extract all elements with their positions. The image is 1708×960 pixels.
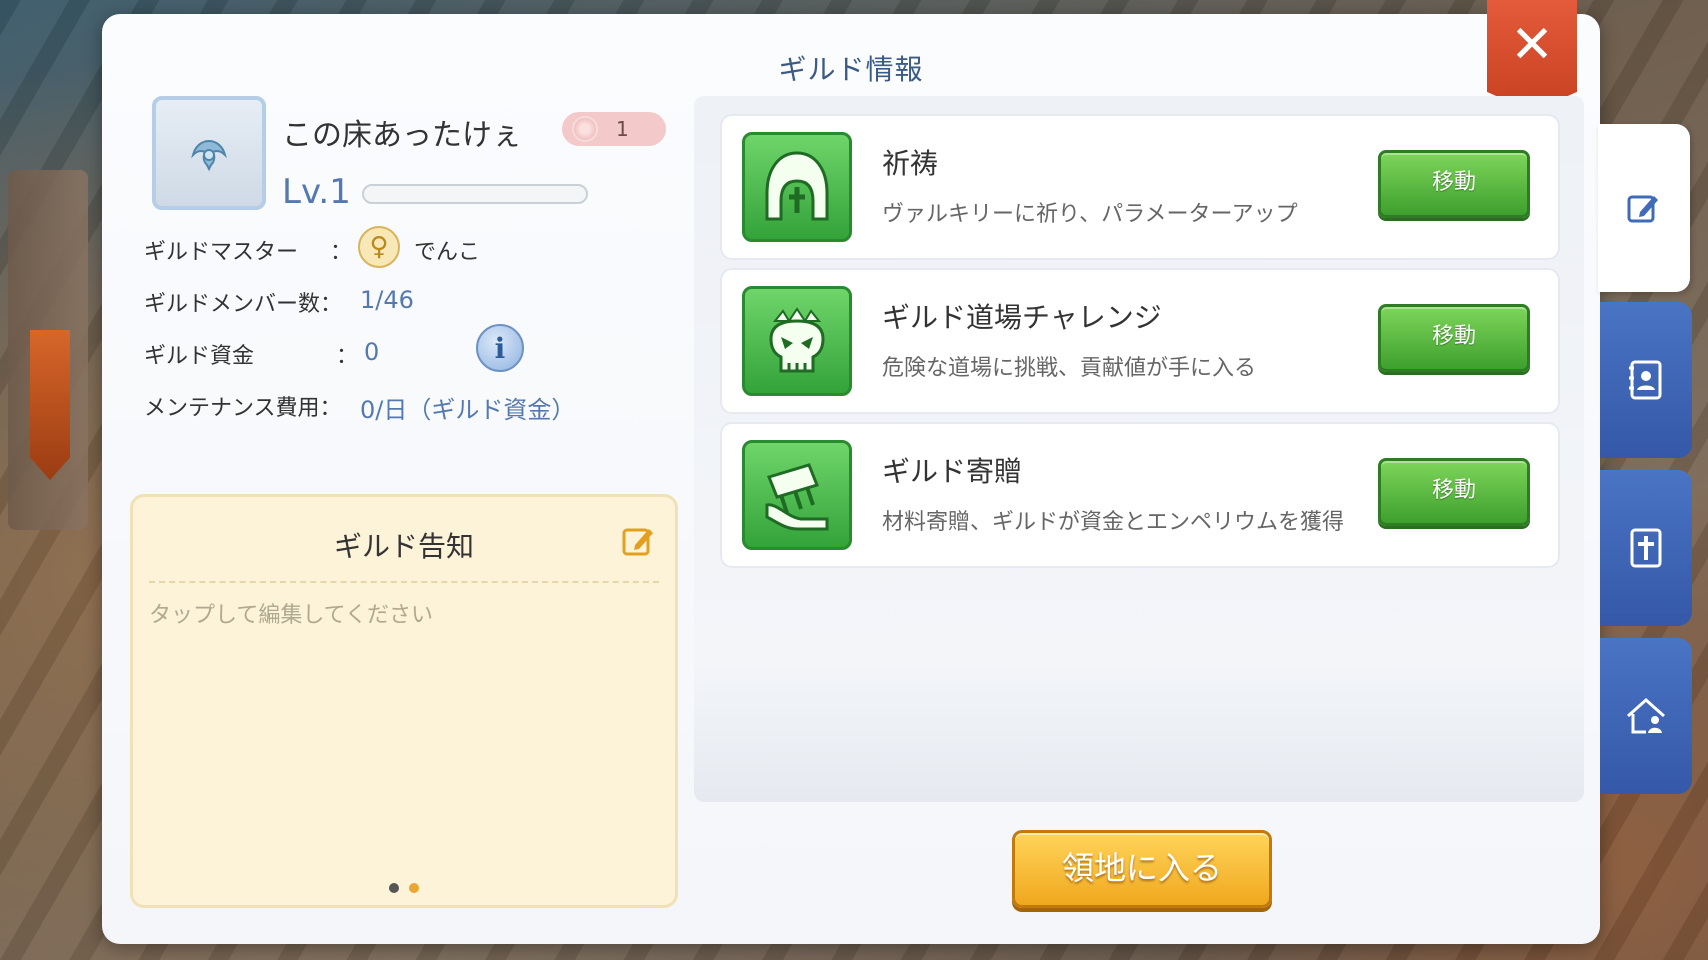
donation-move-button[interactable]: 移動 <box>1378 458 1530 526</box>
guild-members-label: ギルドメンバー数： <box>144 292 343 317</box>
home-person-icon <box>1627 697 1665 734</box>
guild-funds-label: ギルド資金 <box>144 344 255 369</box>
background-banner <box>30 330 70 480</box>
activity-title: ギルド道場チャレンジ <box>882 301 1162 334</box>
guild-funds-value: 0 <box>364 338 380 366</box>
valkyrie-helmet-icon <box>742 132 852 242</box>
member-book-icon <box>1629 360 1662 400</box>
activity-description: 材料寄贈、ギルドが資金とエンペリウムを獲得 <box>882 510 1345 535</box>
panel-title: ギルド情報 <box>778 53 924 86</box>
activity-description: 危険な道場に挑戦、貢献値が手に入る <box>882 356 1257 381</box>
female-icon: ♀ <box>358 226 400 268</box>
activity-card-donation: ギルド寄贈 材料寄贈、ギルドが資金とエンペリウムを獲得 移動 <box>720 422 1560 568</box>
activity-card-dojo: ギルド道場チャレンジ 危険な道場に挑戦、貢献値が手に入る 移動 <box>720 268 1560 414</box>
enter-territory-button[interactable]: 領地に入る <box>1012 830 1272 908</box>
funds-info-button[interactable]: i <box>476 324 524 372</box>
close-icon: ✕ <box>1510 15 1554 75</box>
tab-guild-home[interactable] <box>1600 638 1692 794</box>
rank-icon <box>572 116 598 142</box>
guild-funds-separator: ： <box>336 344 359 369</box>
page-dot <box>389 883 399 893</box>
activity-title: ギルド寄贈 <box>882 455 1023 488</box>
shield-cross-icon <box>1630 528 1662 568</box>
guild-rank-value: 1 <box>616 117 629 141</box>
notice-title: ギルド告知 <box>333 530 474 563</box>
maintenance-cost-label: メンテナンス費用： <box>144 396 342 421</box>
activity-title: 祈祷 <box>882 147 939 180</box>
guild-level: Lv.1 <box>282 172 351 212</box>
edit-icon <box>1627 195 1658 223</box>
guild-emblem[interactable] <box>152 96 266 210</box>
maintenance-cost-value: 0/日（ギルド資金） <box>360 396 576 424</box>
edit-icon <box>622 528 653 556</box>
activity-card-prayer: 祈祷 ヴァルキリーに祈り、パラメーターアップ 移動 <box>720 114 1560 260</box>
notice-divider <box>149 581 659 583</box>
winged-emblem-icon <box>191 139 227 172</box>
skull-crown-icon <box>742 286 852 396</box>
notice-edit-button[interactable] <box>619 521 659 561</box>
guild-master-value: でんこ <box>414 240 481 265</box>
notice-page-indicator <box>133 883 675 893</box>
dojo-move-button[interactable]: 移動 <box>1378 304 1530 372</box>
notice-placeholder[interactable]: タップして編集してください <box>149 597 433 629</box>
tab-members[interactable] <box>1600 302 1692 458</box>
tab-guild-shield[interactable] <box>1600 470 1692 626</box>
guild-notice-board[interactable]: ギルド告知 タップして編集してください <box>130 494 678 908</box>
donation-hand-icon <box>742 440 852 550</box>
page-dot-active <box>409 883 419 893</box>
guild-level-progress-bar <box>362 184 588 204</box>
guild-members-value: 1/46 <box>360 286 414 314</box>
guild-master-label: ギルドマスター <box>144 240 299 265</box>
prayer-move-button[interactable]: 移動 <box>1378 150 1530 218</box>
guild-name: この床あったけぇ <box>282 118 522 153</box>
guild-rank-badge: 1 <box>562 112 666 146</box>
tab-guild-info[interactable] <box>1598 124 1690 292</box>
activity-description: ヴァルキリーに祈り、パラメーターアップ <box>882 202 1298 227</box>
guild-master-separator: ： <box>330 240 353 265</box>
